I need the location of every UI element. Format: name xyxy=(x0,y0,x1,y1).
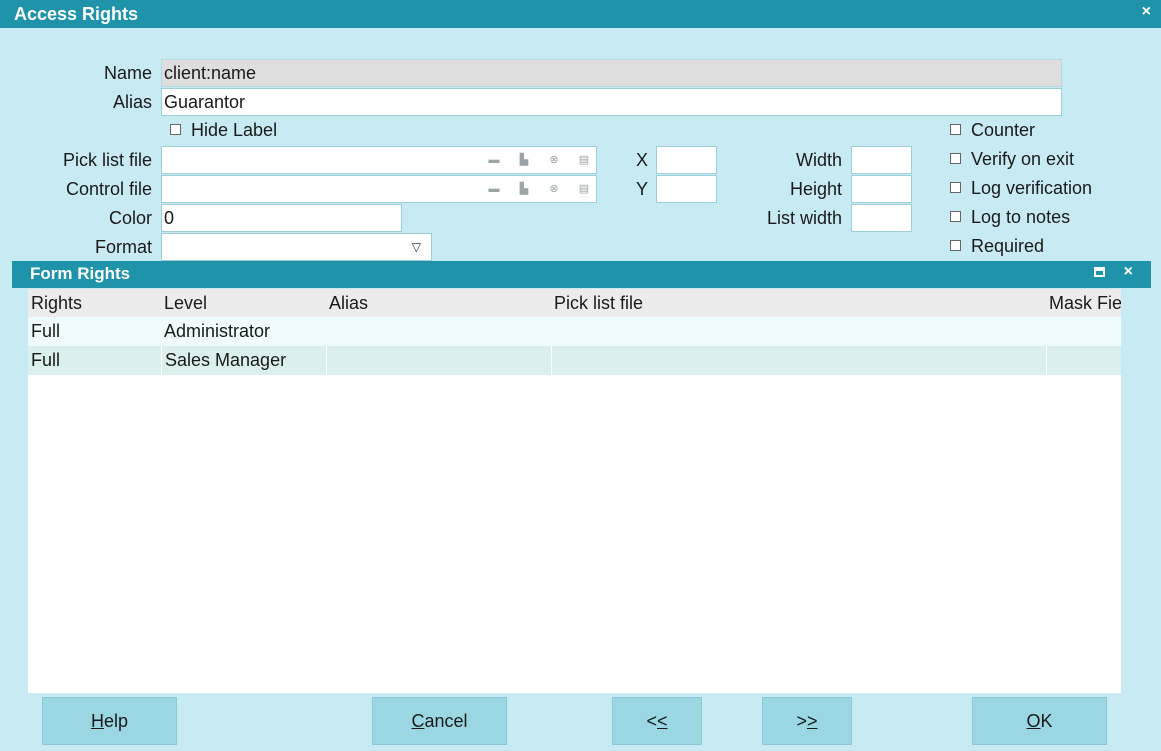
cell-level[interactable]: Administrator xyxy=(161,317,326,346)
form-rights-title: Form Rights xyxy=(30,264,131,283)
cell-pick-list-file[interactable] xyxy=(551,317,1046,346)
counter-label: Counter xyxy=(971,120,1036,140)
alias-field[interactable]: Guarantor xyxy=(161,88,1062,116)
previous-button[interactable]: << xyxy=(612,697,702,745)
clear-icon[interactable]: ⊗ xyxy=(546,176,562,202)
ok-button[interactable]: OK xyxy=(972,697,1107,745)
log-to-notes-checkbox[interactable]: Log to notes xyxy=(950,205,1070,229)
color-label: Color xyxy=(108,208,152,228)
list-width-field[interactable] xyxy=(851,204,912,232)
verify-on-exit-checkbox[interactable]: Verify on exit xyxy=(950,147,1074,171)
cancel-button[interactable]: Cancel xyxy=(372,697,507,745)
next-mnemonic: > xyxy=(807,711,818,731)
print-icon[interactable]: ▙ xyxy=(516,176,532,202)
folder-open-icon[interactable]: ▬ xyxy=(486,176,502,202)
cell-level[interactable]: Sales Manager xyxy=(161,346,326,375)
cell-mask-field[interactable] xyxy=(1046,317,1121,346)
width-field[interactable] xyxy=(851,146,912,174)
format-label: Format xyxy=(94,237,152,257)
hide-label-text: Hide Label xyxy=(191,120,278,140)
counter-checkbox[interactable]: Counter xyxy=(950,118,1035,142)
name-label: Name xyxy=(103,63,152,83)
cell-rights[interactable]: Full xyxy=(28,346,161,375)
previous-label: < xyxy=(646,711,657,731)
required-label: Required xyxy=(971,236,1045,256)
column-header-pick-list-file[interactable]: Pick list file xyxy=(551,289,1046,317)
column-header-alias[interactable]: Alias xyxy=(326,289,551,317)
help-button[interactable]: Help xyxy=(42,697,177,745)
pick-list-label: Pick list file xyxy=(62,150,152,170)
column-header-rights[interactable]: Rights xyxy=(28,289,161,317)
table-row[interactable]: Full Administrator xyxy=(28,317,1121,346)
print-icon[interactable]: ▙ xyxy=(516,147,532,173)
x-label: X xyxy=(635,150,648,170)
log-verification-checkbox[interactable]: Log verification xyxy=(950,176,1092,200)
checkbox-box[interactable] xyxy=(950,153,961,164)
height-field[interactable] xyxy=(851,175,912,203)
list-width-label: List width xyxy=(766,208,842,228)
form-rights-titlebar: Form Rights × xyxy=(12,261,1151,288)
name-field: client:name xyxy=(161,59,1062,87)
color-field[interactable]: 0 xyxy=(161,204,402,232)
cell-pick-list-file[interactable] xyxy=(551,346,1046,375)
ok-label: K xyxy=(1040,711,1053,731)
control-file-field[interactable]: ▬ ▙ ⊗ ▤ xyxy=(161,175,597,203)
log-verification-label: Log verification xyxy=(971,178,1093,198)
checkbox-box[interactable] xyxy=(950,240,961,251)
cancel-label: ancel xyxy=(424,711,468,731)
form-rights-table: Rights Level Alias Pick list file Mask F… xyxy=(28,289,1121,693)
checkbox-box[interactable] xyxy=(950,124,961,135)
chevron-down-icon[interactable]: ▽ xyxy=(412,234,421,260)
help-label: elp xyxy=(103,711,129,731)
control-file-label: Control file xyxy=(65,179,152,199)
window-titlebar: Access Rights × xyxy=(0,0,1161,28)
height-label: Height xyxy=(789,179,842,199)
cancel-mnemonic: C xyxy=(411,711,425,731)
format-select[interactable]: ▽ xyxy=(161,233,432,261)
checkbox-box[interactable] xyxy=(950,211,961,222)
verify-on-exit-label: Verify on exit xyxy=(971,149,1075,169)
window-title: Access Rights xyxy=(14,4,139,24)
next-button[interactable]: >> xyxy=(762,697,852,745)
pick-list-field[interactable]: ▬ ▙ ⊗ ▤ xyxy=(161,146,597,174)
next-label: > xyxy=(796,711,807,731)
ok-mnemonic: O xyxy=(1026,711,1041,731)
checkbox-box[interactable] xyxy=(950,182,961,193)
clear-icon[interactable]: ⊗ xyxy=(546,147,562,173)
column-header-level[interactable]: Level xyxy=(161,289,326,317)
previous-mnemonic: < xyxy=(657,711,668,731)
folder-open-icon[interactable]: ▬ xyxy=(486,147,502,173)
required-checkbox[interactable]: Required xyxy=(950,234,1044,258)
hide-label-checkbox[interactable]: Hide Label xyxy=(170,118,277,142)
cell-rights[interactable]: Full xyxy=(28,317,161,346)
lookup-icon[interactable]: ▤ xyxy=(576,176,592,202)
width-label: Width xyxy=(795,150,842,170)
checkbox-box[interactable] xyxy=(170,124,181,135)
column-header-mask-field[interactable]: Mask Fie xyxy=(1046,289,1121,317)
close-icon[interactable]: × xyxy=(1142,3,1151,21)
cell-alias[interactable] xyxy=(326,317,551,346)
lookup-icon[interactable]: ▤ xyxy=(576,147,592,173)
y-label: Y xyxy=(635,179,648,199)
x-field[interactable] xyxy=(656,146,717,174)
table-row[interactable]: Full Sales Manager xyxy=(28,346,1121,375)
cell-mask-field[interactable] xyxy=(1046,346,1121,375)
table-header: Rights Level Alias Pick list file Mask F… xyxy=(28,289,1121,317)
alias-label: Alias xyxy=(112,92,152,112)
close-icon[interactable]: × xyxy=(1124,263,1133,281)
help-mnemonic: H xyxy=(90,711,104,731)
maximize-icon[interactable] xyxy=(1094,267,1105,277)
cell-alias[interactable] xyxy=(326,346,551,375)
y-field[interactable] xyxy=(656,175,717,203)
log-to-notes-label: Log to notes xyxy=(971,207,1071,227)
